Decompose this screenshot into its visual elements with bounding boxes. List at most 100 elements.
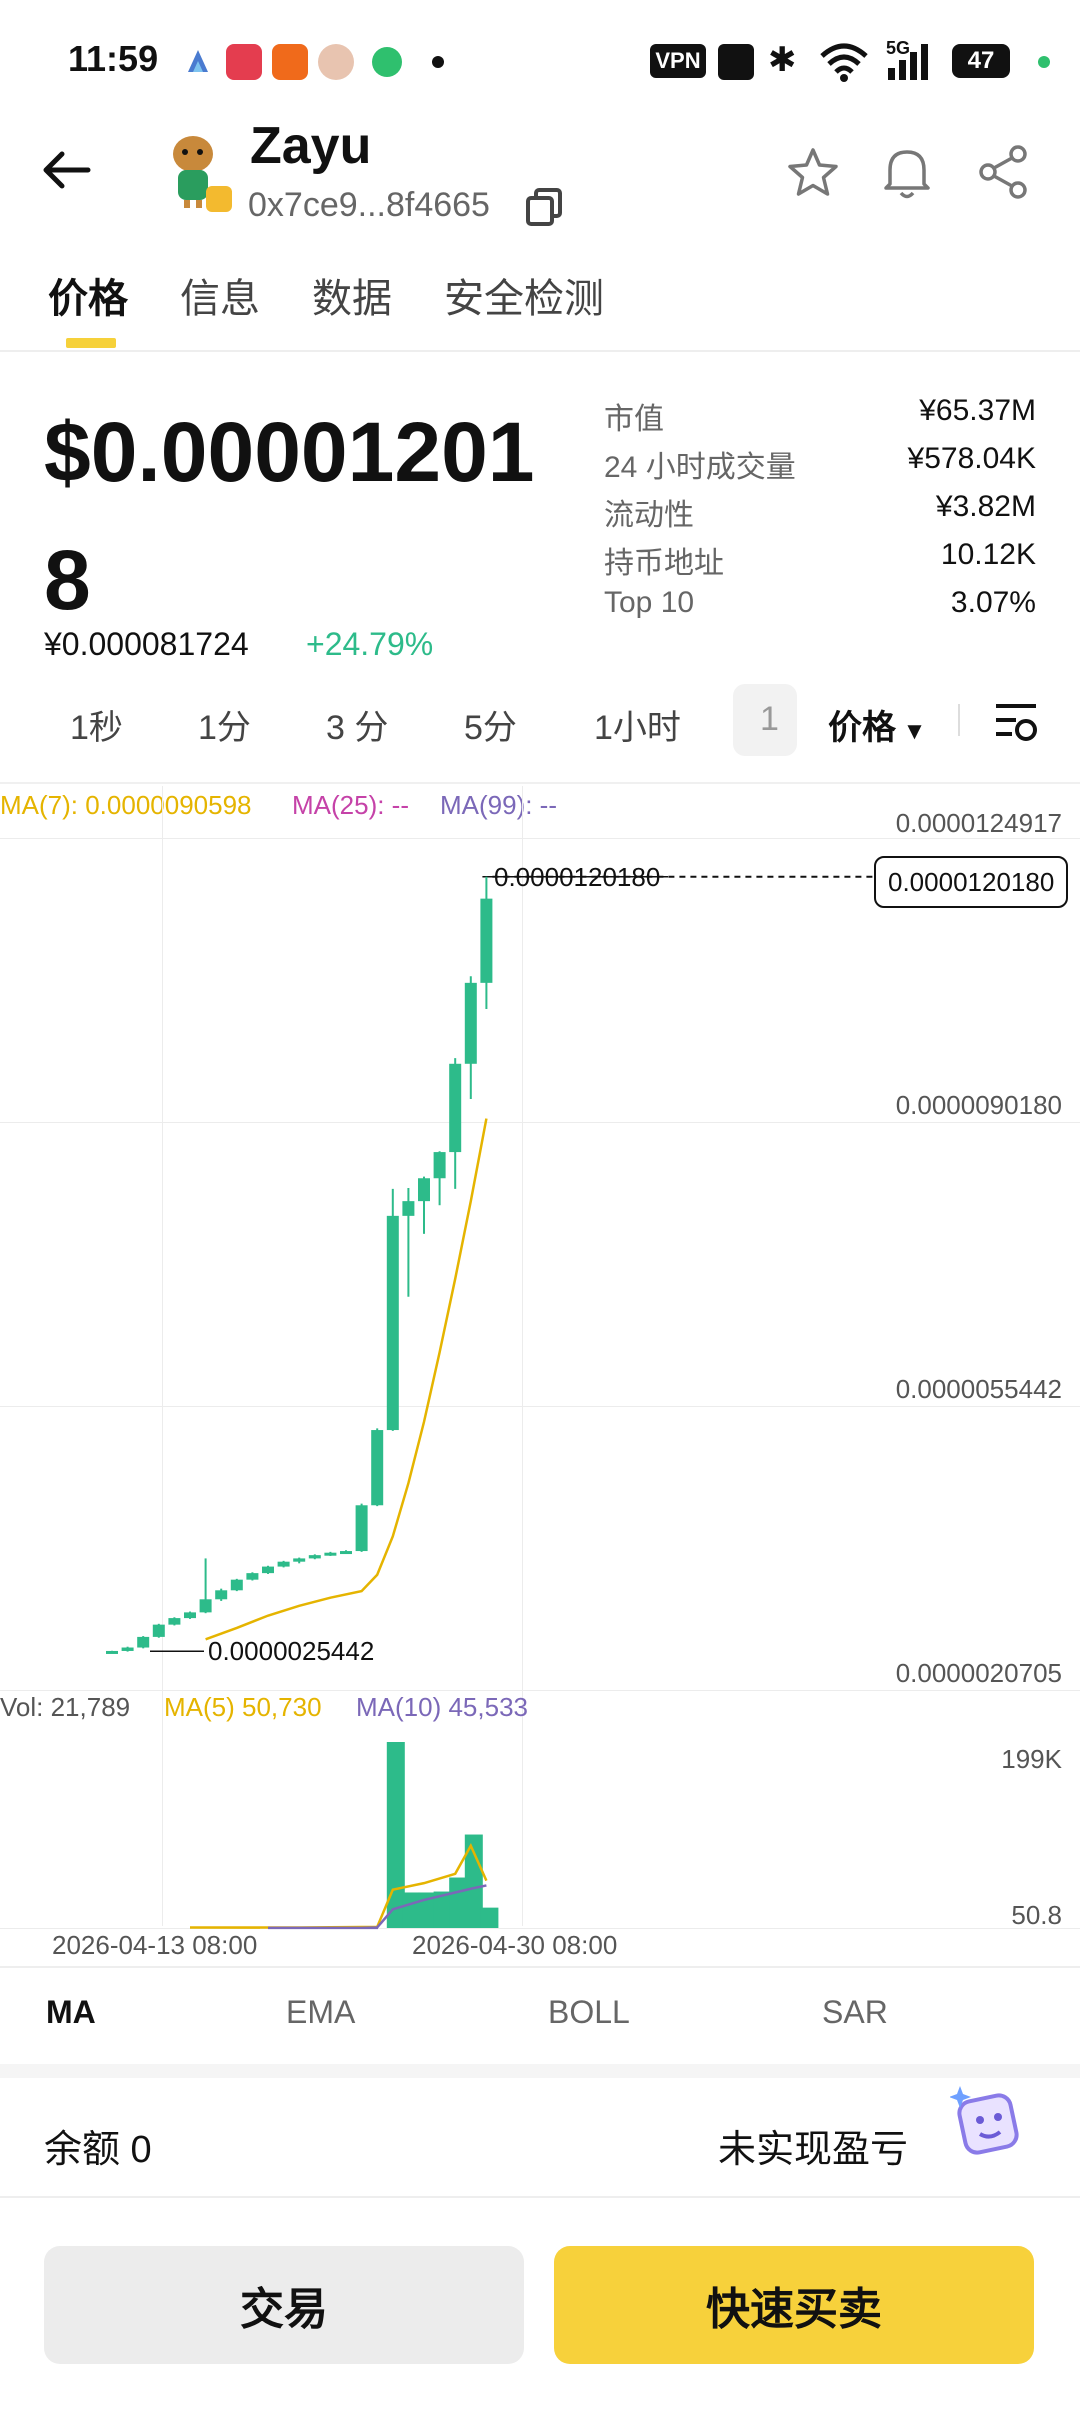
price-usd: $0.000012018 [44,405,535,627]
share-icon[interactable] [976,144,1032,200]
candle-body [246,1573,259,1580]
volume-chart [189,1742,499,1930]
bell-icon[interactable] [880,144,934,202]
quick-trade-button[interactable]: 快速买卖 [554,2246,1034,2364]
tab-info[interactable]: 信息 [180,266,260,324]
candle-body [324,1552,337,1556]
avatar-icon [318,44,354,80]
current-price-tag: 0.0000120180 [874,856,1069,908]
signal-icon [888,44,928,80]
stat-value-mcap: ¥65.37M [919,394,1036,427]
token-address: 0x7ce9...8f4665 [248,186,490,224]
app-icon-4 [372,47,402,77]
indicator-boll[interactable]: BOLL [548,1994,630,2031]
candle-body [418,1178,430,1202]
indicator-ma[interactable]: MA [46,1994,96,2031]
balance-label: 余额 0 [44,2129,152,2171]
volume-bar [402,1892,421,1928]
ma99-legend: MA(99): -- [440,790,557,820]
star-icon[interactable] [786,146,840,200]
price-change: +24.79% [306,626,434,662]
candle-body [449,1063,462,1153]
nfc-icon [718,44,754,80]
stat-label-holders: 持币地址 [604,547,724,580]
candle-body [137,1636,150,1648]
copy-icon[interactable] [524,186,564,226]
ma7-line [205,1118,488,1641]
timeframe-1h[interactable]: 1小时 [594,700,681,749]
toolbar-divider [958,704,960,736]
price-cny: ¥0.000081724 [44,626,249,662]
tab-price[interactable]: 价格 [48,266,128,324]
tab-security[interactable]: 安全检测 [444,266,604,324]
volume-bar [480,1907,499,1928]
app-icon-3 [272,44,308,80]
battery-icon: 47 [952,44,1010,78]
status-time: 11:59 [68,38,159,79]
unrealized-pnl-label: 未实现盈亏 [718,2129,909,2171]
tab-active-indicator [66,338,116,348]
stat-value-volume: ¥578.04K [907,442,1036,475]
price-dropdown[interactable]: 价格 ▼ [828,700,926,749]
ma25-legend: MA(25): -- [292,790,409,820]
y-tick-label: 0.0000124917 [895,808,1062,838]
back-arrow-icon[interactable] [40,148,92,192]
indicator-ema[interactable]: EMA [286,1994,355,2031]
stat-label-mcap: 市值 [604,403,664,436]
stat-label-liquidity: 流动性 [604,499,694,532]
bottom-divider [0,2196,1080,2198]
bluetooth-icon: ✱ [768,41,797,79]
app-icon-1 [180,44,216,80]
candle-body [199,1599,212,1613]
candlestick-chart[interactable] [0,840,1080,1690]
candle-body [106,1650,118,1654]
wifi-icon [820,43,868,82]
caret-down-icon: ▼ [896,718,927,745]
candle-body [464,982,477,1064]
stat-label-volume: 24 小时成交量 [604,451,796,484]
trade-button[interactable]: 交易 [44,2246,524,2364]
timeframe-1s[interactable]: 1秒 [70,700,123,749]
ai-assistant-icon[interactable] [950,2080,1030,2160]
vpn-icon: VPN [650,44,706,78]
volume-bar [464,1834,483,1928]
timeframe-1m[interactable]: 1分 [198,700,251,749]
chart-bottom-divider [0,1966,1080,1968]
vol-ma5-legend: MA(5) 50,730 [164,1692,322,1722]
candle-body [152,1624,165,1637]
indicator-sar[interactable]: SAR [822,1994,888,2031]
tabs-divider [0,350,1080,352]
candle-body [433,1152,446,1179]
stat-value-holders: 10.12K [940,538,1036,571]
candle-body [121,1647,134,1651]
stat-label-top10: Top 10 [604,586,695,619]
candle-body [371,1430,384,1506]
candle-body [480,898,493,983]
x-date-label: 2026-04-13 08:00 [52,1930,258,1960]
chart-top-divider [0,782,1080,784]
candle-body [293,1558,306,1562]
candle-body [340,1551,352,1555]
notification-dot-icon [432,56,444,68]
candle-body [184,1612,196,1619]
timeframe-5m[interactable]: 5分 [464,700,517,749]
chart-settings-icon[interactable] [992,700,1042,744]
status-dot-icon [1038,56,1050,68]
candle-body [277,1561,290,1567]
candle-body [402,1201,415,1216]
stat-value-liquidity: ¥3.82M [935,490,1036,523]
price-dropdown-label: 价格 [828,709,896,747]
timeframe-1d[interactable]: 1 [760,700,779,739]
section-separator [0,2064,1080,2078]
ma7-legend: MA(7): 0.0000090598 [0,790,252,820]
app-icon-2 [226,44,262,80]
bnb-chain-icon [206,186,232,212]
candle-body [308,1555,321,1559]
vol-ma10-legend: MA(10) 45,533 [356,1692,528,1722]
candle-body [262,1566,274,1574]
timeframe-3m[interactable]: 3 分 [326,700,388,749]
high-price-label: 0.0000120180 [494,862,661,892]
candle-body [230,1579,243,1591]
tab-data[interactable]: 数据 [312,266,392,324]
candle-body [215,1590,228,1600]
